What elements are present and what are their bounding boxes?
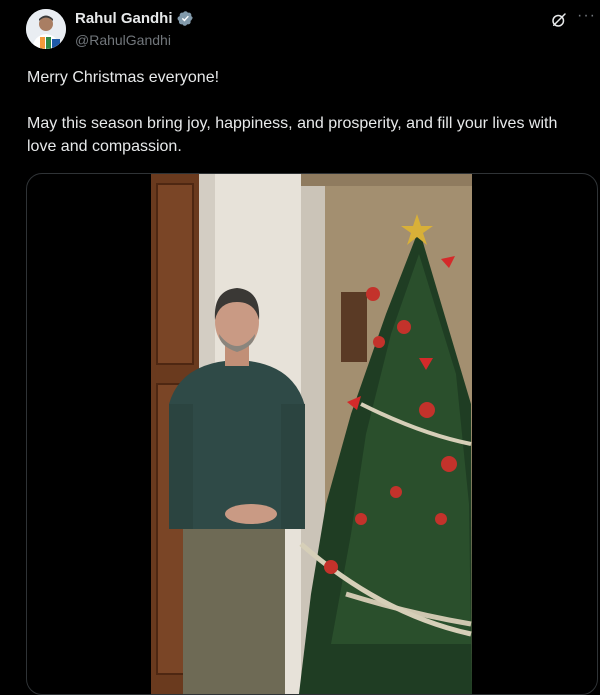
avatar[interactable] — [26, 9, 66, 49]
author-name[interactable]: Rahul Gandhi — [75, 10, 173, 27]
tweet-media[interactable] — [26, 173, 598, 695]
video-frame[interactable] — [151, 174, 472, 694]
more-icon[interactable]: ··· — [577, 8, 596, 24]
author-handle[interactable]: @RahulGandhi — [75, 32, 171, 48]
tweet-paragraph: May this season bring joy, happiness, an… — [27, 115, 558, 155]
tweet-paragraph: Merry Christmas everyone! — [27, 69, 220, 86]
verified-badge-icon — [177, 11, 193, 26]
tweet-text: Merry Christmas everyone! May this seaso… — [27, 66, 587, 158]
grok-icon[interactable] — [550, 11, 568, 29]
